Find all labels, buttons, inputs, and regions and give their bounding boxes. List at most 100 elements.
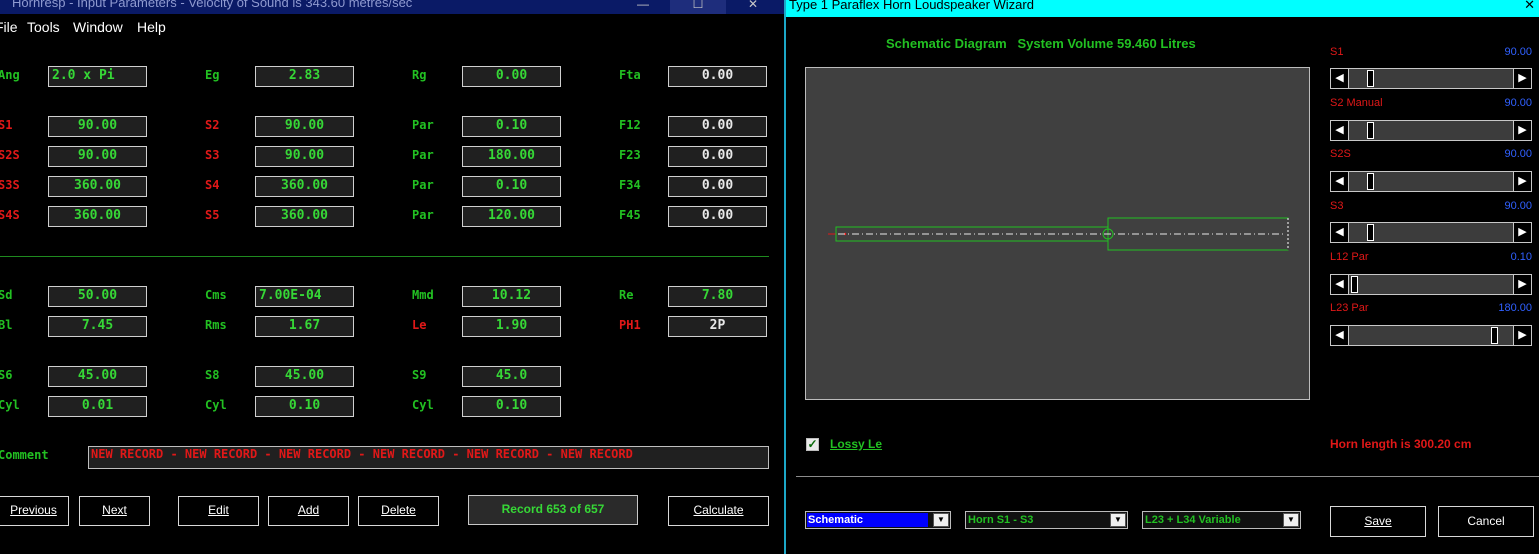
scroll-left-icon[interactable]: ◀: [1331, 69, 1349, 88]
input-bl[interactable]: 7.45: [48, 316, 147, 337]
bottom-divider: [796, 476, 1539, 477]
slider-l23[interactable]: ◀ ▶: [1330, 325, 1532, 346]
input-s6[interactable]: 45.00: [48, 366, 147, 387]
close-icon[interactable]: ✕: [1524, 0, 1535, 13]
calculate-button[interactable]: Calculate: [668, 496, 769, 526]
comment-field[interactable]: NEW RECORD - NEW RECORD - NEW RECORD - N…: [88, 446, 769, 469]
input-par-1[interactable]: 0.10: [462, 116, 561, 137]
horn-select[interactable]: Horn S1 - S3 ▼: [965, 511, 1128, 529]
menu-window[interactable]: Window: [73, 19, 123, 35]
input-s2[interactable]: 90.00: [255, 116, 354, 137]
input-cyl-1[interactable]: 0.01: [48, 396, 147, 417]
slider-thumb[interactable]: [1367, 173, 1374, 190]
slider-label-s3: S3: [1330, 200, 1344, 212]
input-s4[interactable]: 360.00: [255, 176, 354, 197]
input-re[interactable]: 7.80: [668, 286, 767, 307]
input-par-4[interactable]: 120.00: [462, 206, 561, 227]
scroll-left-icon[interactable]: ◀: [1331, 223, 1349, 242]
input-ph1[interactable]: 2P: [668, 316, 767, 337]
scroll-right-icon[interactable]: ▶: [1513, 223, 1531, 242]
input-f34[interactable]: 0.00: [668, 176, 767, 197]
variable-select[interactable]: L23 + L34 Variable ▼: [1142, 511, 1301, 529]
label-rms: Rms: [205, 318, 227, 332]
chevron-down-icon[interactable]: ▼: [933, 513, 949, 527]
slider-thumb[interactable]: [1351, 276, 1358, 293]
input-s8[interactable]: 45.00: [255, 366, 354, 387]
minimize-button[interactable]: —: [616, 0, 670, 14]
input-par-2[interactable]: 180.00: [462, 146, 561, 167]
slider-label-s1: S1: [1330, 46, 1344, 58]
menu-file[interactable]: File: [0, 19, 18, 35]
chevron-down-icon[interactable]: ▼: [1283, 513, 1299, 527]
input-s2s[interactable]: 90.00: [48, 146, 147, 167]
left-title-bar: Hornresp - Input Parameters - Velocity o…: [0, 0, 784, 14]
label-s3: S3: [205, 148, 220, 162]
input-s4s[interactable]: 360.00: [48, 206, 147, 227]
scroll-right-icon[interactable]: ▶: [1513, 275, 1531, 294]
input-rg[interactable]: 0.00: [462, 66, 561, 87]
slider-l12[interactable]: ◀ ▶: [1330, 274, 1532, 295]
close-button[interactable]: ✕: [726, 0, 780, 14]
input-rms[interactable]: 1.67: [255, 316, 354, 337]
input-s3s[interactable]: 360.00: [48, 176, 147, 197]
label-f45: F45: [619, 208, 641, 222]
add-button[interactable]: Add: [268, 496, 349, 526]
input-eg[interactable]: 2.83: [255, 66, 354, 87]
maximize-button[interactable]: ☐: [670, 0, 726, 14]
slider-s3[interactable]: ◀ ▶: [1330, 222, 1532, 243]
slider-s2s[interactable]: ◀ ▶: [1330, 171, 1532, 192]
save-button[interactable]: Save: [1330, 506, 1426, 537]
menu-help[interactable]: Help: [137, 19, 166, 35]
slider-label-s2s: S2S: [1330, 148, 1351, 160]
input-ang[interactable]: 2.0 x Pi: [48, 66, 147, 87]
label-f12: F12: [619, 118, 641, 132]
menu-tools[interactable]: Tools: [27, 19, 60, 35]
scroll-left-icon[interactable]: ◀: [1331, 172, 1349, 191]
label-par-4: Par: [412, 208, 434, 222]
slider-value-s2: 90.00: [1504, 97, 1532, 109]
input-cyl-2[interactable]: 0.10: [255, 396, 354, 417]
next-button[interactable]: Next: [79, 496, 150, 526]
horn-wizard-window: Type 1 Paraflex Horn Loudspeaker Wizard …: [786, 0, 1539, 554]
input-s1[interactable]: 90.00: [48, 116, 147, 137]
lossy-le-label[interactable]: Lossy Le: [830, 437, 882, 451]
input-fta[interactable]: 0.00: [668, 66, 767, 87]
lossy-le-checkbox[interactable]: ✓: [806, 438, 819, 451]
delete-button[interactable]: Delete: [358, 496, 439, 526]
scroll-left-icon[interactable]: ◀: [1331, 121, 1349, 140]
slider-s1[interactable]: ◀ ▶: [1330, 68, 1532, 89]
slider-thumb[interactable]: [1491, 327, 1498, 344]
scroll-right-icon[interactable]: ▶: [1513, 172, 1531, 191]
view-select[interactable]: Schematic ▼: [805, 511, 951, 529]
input-f12[interactable]: 0.00: [668, 116, 767, 137]
chevron-down-icon[interactable]: ▼: [1110, 513, 1126, 527]
edit-button[interactable]: Edit: [178, 496, 259, 526]
input-mmd[interactable]: 10.12: [462, 286, 561, 307]
label-fta: Fta: [619, 68, 641, 82]
input-s5[interactable]: 360.00: [255, 206, 354, 227]
input-sd[interactable]: 50.00: [48, 286, 147, 307]
scroll-right-icon[interactable]: ▶: [1513, 326, 1531, 345]
slider-s2[interactable]: ◀ ▶: [1330, 120, 1532, 141]
input-cyl-3[interactable]: 0.10: [462, 396, 561, 417]
input-f45[interactable]: 0.00: [668, 206, 767, 227]
horn-select-value: Horn S1 - S3: [968, 514, 1034, 526]
input-s9[interactable]: 45.0: [462, 366, 561, 387]
slider-thumb[interactable]: [1367, 224, 1374, 241]
scroll-left-icon[interactable]: ◀: [1331, 326, 1349, 345]
previous-button[interactable]: Previous: [0, 496, 69, 526]
input-cms[interactable]: 7.00E-04: [255, 286, 354, 307]
input-f23[interactable]: 0.00: [668, 146, 767, 167]
slider-value-l12: 0.10: [1510, 251, 1532, 263]
scroll-right-icon[interactable]: ▶: [1513, 121, 1531, 140]
input-s3[interactable]: 90.00: [255, 146, 354, 167]
scroll-right-icon[interactable]: ▶: [1513, 69, 1531, 88]
cancel-button[interactable]: Cancel: [1438, 506, 1534, 537]
label-s4s: S4S: [0, 208, 20, 222]
input-le[interactable]: 1.90: [462, 316, 561, 337]
input-par-3[interactable]: 0.10: [462, 176, 561, 197]
slider-thumb[interactable]: [1367, 122, 1374, 139]
slider-value-s3: 90.00: [1504, 200, 1532, 212]
slider-thumb[interactable]: [1367, 70, 1374, 87]
scroll-left-icon[interactable]: ◀: [1331, 275, 1349, 294]
